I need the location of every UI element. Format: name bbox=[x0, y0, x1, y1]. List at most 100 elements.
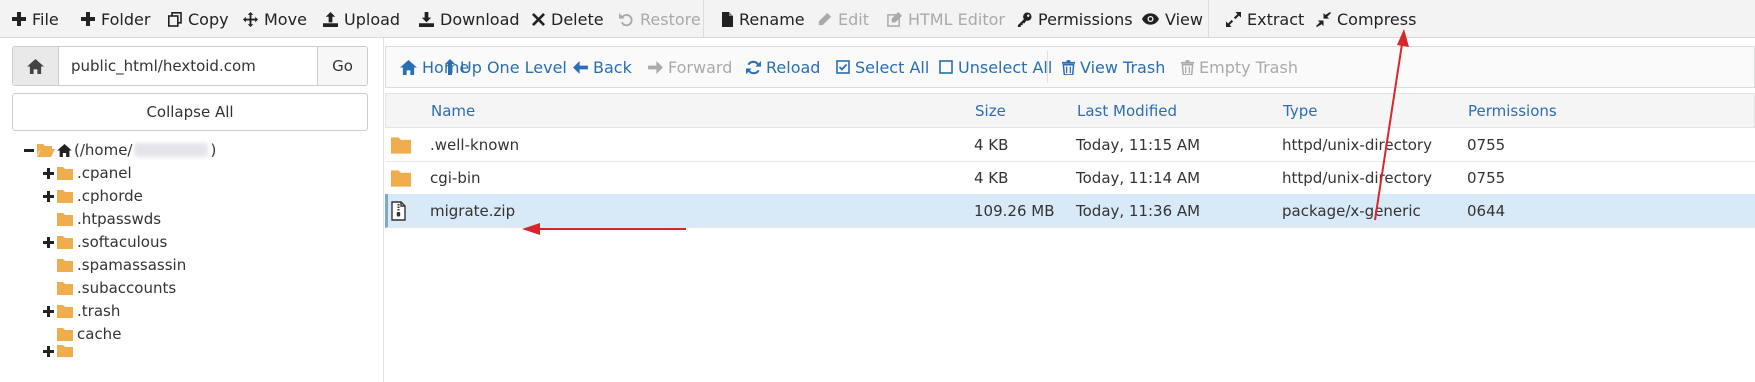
tree-item-partial[interactable] bbox=[42, 345, 73, 357]
file-permissions: 0644 bbox=[1467, 202, 1506, 220]
up-one-level-label: Up One Level bbox=[460, 57, 567, 77]
checkbox-empty-icon bbox=[939, 60, 953, 74]
column-header-type[interactable]: Type bbox=[1283, 94, 1317, 127]
upload-icon bbox=[323, 11, 338, 27]
copy-label: Copy bbox=[188, 9, 229, 29]
reload-button[interactable]: Reload bbox=[746, 47, 820, 87]
tree-item[interactable]: .spamassassin bbox=[42, 253, 186, 277]
tree-root-label-prefix: (/home/ bbox=[74, 141, 133, 159]
undo-icon bbox=[619, 12, 633, 26]
back-button[interactable]: Back bbox=[573, 47, 632, 87]
navigation-bar: Home Up One Level Back Forward Reload Se… bbox=[385, 46, 1755, 88]
move-icon bbox=[243, 11, 258, 27]
column-header-last-modified[interactable]: Last Modified bbox=[1077, 94, 1177, 127]
directory-tree-pane: Go Collapse All (/home/) .cpanel .cphord… bbox=[0, 38, 384, 382]
select-all-label: Select All bbox=[855, 57, 930, 77]
arrow-right-icon bbox=[648, 60, 663, 74]
tree-item[interactable]: .softaculous bbox=[42, 230, 167, 254]
table-row[interactable]: .well-known 4 KB Today, 11:15 AM httpd/u… bbox=[385, 128, 1755, 162]
extract-label: Extract bbox=[1247, 9, 1305, 29]
restore-label: Restore bbox=[640, 9, 701, 29]
home-directory-button[interactable] bbox=[13, 47, 59, 85]
close-icon bbox=[532, 12, 545, 26]
file-modified: Today, 11:15 AM bbox=[1076, 136, 1201, 154]
folder-icon bbox=[391, 137, 411, 154]
copy-button[interactable]: Copy bbox=[168, 0, 229, 38]
folder-icon bbox=[391, 170, 411, 187]
view-button[interactable]: View bbox=[1142, 0, 1203, 38]
trash-icon bbox=[1062, 59, 1075, 75]
pencil-icon bbox=[818, 12, 832, 25]
compress-button[interactable]: Compress bbox=[1316, 0, 1416, 38]
column-header-size[interactable]: Size bbox=[975, 94, 1006, 127]
table-row[interactable]: cgi-bin 4 KB Today, 11:14 AM httpd/unix-… bbox=[385, 161, 1755, 195]
folder-icon bbox=[57, 189, 73, 203]
toolbar-divider bbox=[1208, 0, 1209, 38]
home-icon bbox=[27, 58, 44, 74]
edit-label: Edit bbox=[838, 9, 869, 29]
path-input[interactable] bbox=[59, 47, 317, 85]
home-icon bbox=[57, 143, 72, 157]
file-type: httpd/unix-directory bbox=[1282, 136, 1432, 154]
tree-item[interactable]: .htpasswds bbox=[42, 207, 161, 231]
expand-icon bbox=[1226, 11, 1241, 27]
html-editor-button[interactable]: HTML Editor bbox=[887, 0, 1005, 38]
unselect-all-button[interactable]: Unselect All bbox=[939, 47, 1052, 87]
column-header-name[interactable]: Name bbox=[431, 94, 475, 127]
eye-icon bbox=[1142, 13, 1159, 25]
tree-item[interactable]: cache bbox=[42, 322, 121, 346]
tree-item-label: .softaculous bbox=[77, 233, 168, 251]
collapse-icon[interactable] bbox=[22, 148, 35, 152]
folder-icon bbox=[57, 166, 73, 180]
tree-root[interactable]: (/home/) bbox=[22, 138, 216, 162]
table-row-selected[interactable]: migrate.zip 109.26 MB Today, 11:36 AM pa… bbox=[385, 194, 1755, 228]
view-trash-button[interactable]: View Trash bbox=[1062, 47, 1165, 87]
path-bar: Go bbox=[12, 46, 368, 86]
file-modified: Today, 11:14 AM bbox=[1076, 169, 1201, 187]
rename-label: Rename bbox=[739, 9, 805, 29]
file-size: 4 KB bbox=[974, 136, 1009, 154]
move-button[interactable]: Move bbox=[243, 0, 307, 38]
expand-icon[interactable] bbox=[42, 190, 55, 202]
download-icon bbox=[419, 11, 434, 27]
arrow-left-icon bbox=[573, 60, 588, 74]
restore-button[interactable]: Restore bbox=[619, 0, 701, 38]
edit-button[interactable]: Edit bbox=[817, 0, 869, 38]
level-up-icon bbox=[445, 59, 455, 75]
upload-button[interactable]: Upload bbox=[323, 0, 400, 38]
file-name: migrate.zip bbox=[430, 202, 516, 220]
new-file-button[interactable]: File bbox=[12, 0, 59, 38]
tree-item[interactable]: .trash bbox=[42, 299, 120, 323]
tree-item[interactable]: .subaccounts bbox=[42, 276, 176, 300]
zip-file-icon bbox=[391, 201, 406, 221]
select-all-button[interactable]: Select All bbox=[836, 47, 929, 87]
collapse-all-button[interactable]: Collapse All bbox=[12, 93, 368, 131]
expand-icon[interactable] bbox=[42, 236, 55, 248]
view-trash-label: View Trash bbox=[1080, 57, 1166, 77]
new-folder-button[interactable]: Folder bbox=[81, 0, 150, 38]
forward-label: Forward bbox=[668, 57, 733, 77]
file-list-pane: Home Up One Level Back Forward Reload Se… bbox=[385, 38, 1755, 382]
forward-button[interactable]: Forward bbox=[648, 47, 732, 87]
up-one-level-button[interactable]: Up One Level bbox=[445, 47, 567, 87]
folder-icon bbox=[57, 281, 73, 295]
extract-button[interactable]: Extract bbox=[1226, 0, 1304, 38]
expand-icon[interactable] bbox=[42, 345, 55, 357]
expand-icon[interactable] bbox=[42, 305, 55, 317]
permissions-button[interactable]: Permissions bbox=[1017, 0, 1133, 38]
tree-item[interactable]: .cphorde bbox=[42, 184, 143, 208]
download-button[interactable]: Download bbox=[419, 0, 520, 38]
expand-icon[interactable] bbox=[42, 167, 55, 179]
empty-trash-button[interactable]: Empty Trash bbox=[1181, 47, 1298, 87]
folder-icon bbox=[57, 327, 73, 341]
column-header-permissions[interactable]: Permissions bbox=[1468, 94, 1557, 127]
back-label: Back bbox=[593, 57, 632, 77]
compress-icon bbox=[1316, 11, 1331, 27]
tree-item-label: .trash bbox=[77, 302, 121, 320]
rename-button[interactable]: Rename bbox=[722, 0, 805, 38]
tree-item[interactable]: .cpanel bbox=[42, 161, 132, 185]
file-type: package/x-generic bbox=[1282, 202, 1421, 220]
go-button[interactable]: Go bbox=[317, 47, 367, 85]
delete-button[interactable]: Delete bbox=[532, 0, 604, 38]
folder-open-icon bbox=[37, 144, 55, 157]
